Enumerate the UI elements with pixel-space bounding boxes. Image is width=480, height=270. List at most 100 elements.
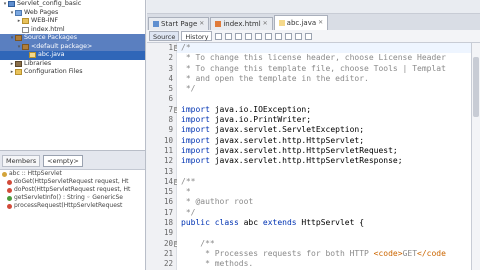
line-number: 10 [147,136,176,146]
navigator-member[interactable]: processRequest(HttpServletRequest [0,202,145,210]
navigator-member-label: processRequest(HttpServletRequest [14,202,123,209]
line-number: 20⊟ [147,238,180,249]
line-number-text: 19 [163,228,173,238]
code-line[interactable]: * To change this license header, choose … [177,53,471,63]
package-icon [15,35,22,42]
code-line[interactable]: */ [177,208,471,218]
code-line[interactable]: * @author root [177,197,471,207]
navigator-header: Members <empty> [0,151,145,170]
editor-tab[interactable]: Start Page ✕ [148,17,210,30]
editor-tab-label: abc.java [286,19,317,27]
project-tree-label: WEB-INF [31,17,58,24]
method-icon [7,179,12,185]
editor-tab[interactable]: abc.java ✕ [273,15,329,30]
history-view-tab[interactable]: History [181,31,213,41]
project-tree-item[interactable]: ▸ Configuration Files [0,68,145,77]
project-tree-item[interactable]: index.html [0,26,145,35]
line-number-text: 12 [163,156,173,166]
code-line[interactable]: /** [177,177,471,187]
file-type-icon [278,20,285,26]
project-tree-item[interactable]: ▾ <default package> [0,42,145,51]
shift-left-icon[interactable] [275,32,283,40]
navigator-member-label: doGet(HttpServletRequest request, Ht [14,178,129,185]
editor-tab[interactable]: index.html ✕ [210,17,273,30]
navigator-member[interactable]: getServletInfo() : String ◦ GenericSe [0,194,145,202]
start-macro-icon[interactable] [295,32,303,40]
previous-bookmark-icon[interactable] [255,32,263,40]
project-icon [8,1,15,8]
forward-icon[interactable] [225,32,233,40]
code-line[interactable] [177,228,471,238]
back-icon[interactable] [215,32,223,40]
close-icon[interactable]: ✕ [318,17,323,29]
find-icon[interactable] [235,32,243,40]
code-line[interactable]: * To change this template file, choose T… [177,64,471,74]
project-tree-item[interactable]: ▸ WEB-INF [0,17,145,26]
line-number-text: 17 [163,207,173,217]
code-line[interactable]: * methods. [177,259,471,269]
navigator-members-tab[interactable]: Members [2,155,41,167]
project-tree-item[interactable]: abc.java [0,51,145,60]
navigator-member[interactable]: doGet(HttpServletRequest request, Ht [0,178,145,186]
code-line[interactable]: */ [177,84,471,94]
code-line[interactable]: public class abc extends HttpServlet { [177,218,471,228]
project-tree-item[interactable]: ▸ Libraries [0,60,145,69]
line-number: 11 [147,146,176,156]
file-icon [22,26,29,33]
project-tree-item[interactable]: ▾ Web Pages [0,9,145,18]
line-number: 2 [147,53,176,63]
line-number: 12 [147,156,176,166]
code-line[interactable]: * Processes requests for both HTTP <code… [177,249,471,259]
line-number: 8 [147,115,176,125]
close-icon[interactable]: ✕ [263,18,268,30]
line-number: 9 [147,125,176,135]
navigator-member[interactable]: abc :: HttpServlet [0,170,145,178]
project-tree-label: abc.java [38,51,65,58]
code-editor[interactable]: /* * To change this license header, choo… [177,43,471,270]
code-line[interactable]: import javax.servlet.http.HttpServletReq… [177,146,471,156]
navigator-panel: Members <empty> abc :: HttpServlet doGet(… [0,150,146,270]
line-number-text: 13 [163,166,173,176]
library-icon [15,60,22,67]
code-line[interactable]: /* [177,43,471,54]
line-number: 6 [147,94,176,104]
scrollbar-thumb[interactable] [473,57,479,117]
code-line[interactable]: import java.io.PrintWriter; [177,115,471,125]
project-tree-label: Web Pages [24,8,59,16]
editor-top-strip [147,0,480,14]
navigator-member[interactable]: doPost(HttpServletRequest request, Ht [0,186,145,194]
shift-right-icon[interactable] [285,32,293,40]
editor-tab-label: index.html [223,20,261,28]
code-line[interactable]: import javax.servlet.http.HttpServlet; [177,136,471,146]
project-tree-label: Servlet_config_basic [17,0,82,7]
stop-macro-icon[interactable] [305,32,313,40]
line-number-text: 3 [168,63,173,73]
project-tree-item[interactable]: ▾ Source Packages [0,34,145,43]
navigator-member-label: abc :: HttpServlet [9,170,62,177]
toggle-bookmark-icon[interactable] [245,32,253,40]
line-number-text: 7 [168,104,173,114]
code-line[interactable]: * [177,187,471,197]
line-number-text: 20 [163,238,173,248]
source-view-tab[interactable]: Source [149,31,180,41]
line-number: 1⊟ [147,43,180,53]
code-line[interactable]: import java.io.IOException; [177,105,471,115]
line-number: 16 [147,197,176,207]
line-number: 15 [147,187,176,197]
project-tree-item[interactable]: ▾ Servlet_config_basic [0,0,145,9]
line-number: 3 [147,64,176,74]
folder-icon [15,69,22,76]
next-bookmark-icon[interactable] [265,32,273,40]
navigator-member-label: getServletInfo() : String ◦ GenericSe [14,194,123,201]
close-icon[interactable]: ✕ [199,18,204,30]
editor-vertical-scrollbar[interactable] [471,43,480,270]
method-icon [7,195,12,201]
code-line[interactable]: import javax.servlet.http.HttpServletRes… [177,156,471,166]
navigator-filter-combo[interactable]: <empty> [43,155,83,167]
code-line[interactable] [177,167,471,177]
project-tree-label: index.html [31,25,65,33]
code-line[interactable]: /** [177,239,471,249]
code-line[interactable] [177,94,471,104]
code-line[interactable]: import javax.servlet.ServletException; [177,125,471,135]
code-line[interactable]: * and open the template in the editor. [177,74,471,84]
